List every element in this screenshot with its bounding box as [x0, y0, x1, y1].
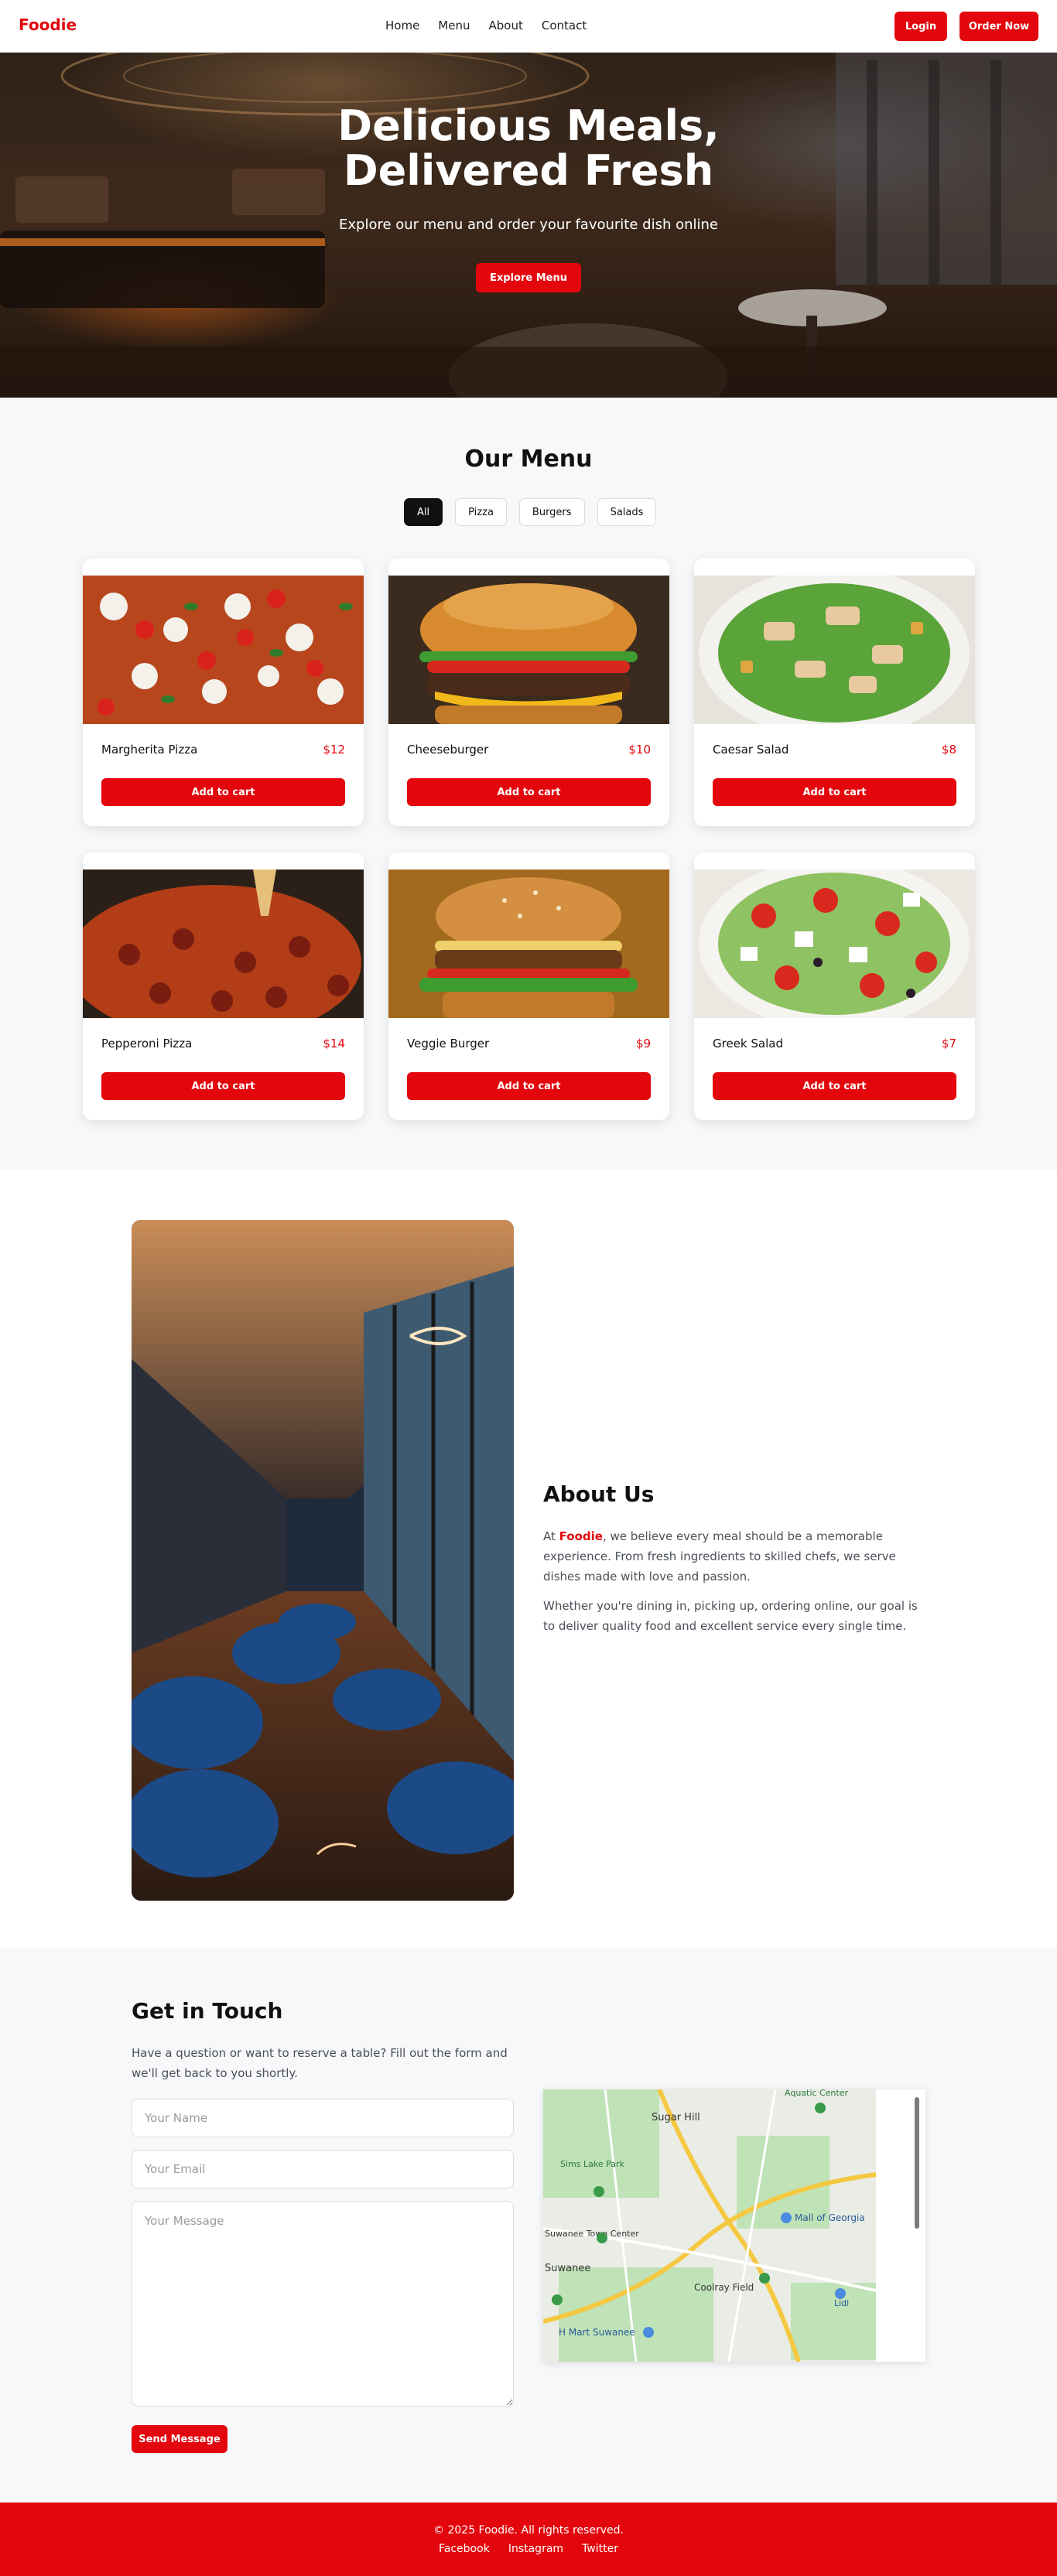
map-label: Coolray Field: [694, 2282, 754, 2293]
nav-link-about[interactable]: About: [488, 19, 522, 32]
hero-section: Delicious Meals, Delivered Fresh Explore…: [0, 53, 1057, 398]
park-pin-icon: [815, 2103, 826, 2113]
map-label: Aquatic Center: [785, 2089, 848, 2098]
park-pin-icon: [759, 2273, 770, 2284]
add-to-cart-button[interactable]: Add to cart: [101, 778, 345, 806]
contact-title: Get in Touch: [132, 1998, 283, 2024]
navbar: Foodie Home Menu About Contact Login Ord…: [0, 0, 1057, 53]
menu-card: Veggie Burger $9 Add to cart: [388, 852, 669, 1120]
nav-link-home[interactable]: Home: [385, 19, 419, 32]
footer: © 2025 Foodie. All rights reserved. Face…: [0, 2503, 1057, 2576]
add-to-cart-button[interactable]: Add to cart: [101, 1072, 345, 1100]
message-field[interactable]: [132, 2201, 514, 2407]
shopping-pin-icon: [835, 2288, 846, 2299]
shopping-pin-icon: [781, 2212, 792, 2223]
add-to-cart-button[interactable]: Add to cart: [713, 778, 956, 806]
hero-title: Delicious Meals, Delivered Fresh: [0, 104, 1057, 193]
email-field[interactable]: [132, 2150, 514, 2188]
order-now-button[interactable]: Order Now: [960, 12, 1038, 41]
filter-pizza[interactable]: Pizza: [455, 498, 507, 526]
map-label: H Mart Suwanee: [559, 2327, 635, 2338]
map-view[interactable]: Sugar Hill Sims Lake Park Suwanee Town C…: [543, 2089, 876, 2362]
map-label: Lidl: [834, 2298, 849, 2308]
map-label: Mall of Georgia: [795, 2212, 865, 2223]
menu-section: Our Menu All Pizza Burgers Salads Marghe…: [0, 398, 1057, 1170]
menu-card: Greek Salad $7 Add to cart: [694, 852, 975, 1120]
map-label: Sims Lake Park: [560, 2159, 624, 2169]
filter-burgers[interactable]: Burgers: [518, 498, 585, 526]
contact-description: Have a question or want to reserve a tab…: [132, 2046, 508, 2080]
hero-subtitle: Explore our menu and order your favourit…: [339, 217, 718, 233]
item-name: Margherita Pizza: [101, 743, 198, 757]
about-title: About Us: [543, 1481, 655, 1507]
hero-title-line2: Delivered Fresh: [343, 146, 714, 195]
filter-all[interactable]: All: [404, 498, 443, 526]
copyright-text: © 2025 Foodie. All rights reserved.: [433, 2524, 624, 2537]
park-pin-icon: [597, 2233, 607, 2243]
salad-photo: [694, 576, 975, 724]
nav-links: Home Menu About Contact: [385, 19, 587, 32]
item-price: $8: [941, 743, 956, 757]
item-price: $10: [628, 743, 651, 757]
item-price: $14: [323, 1037, 345, 1051]
add-to-cart-button[interactable]: Add to cart: [407, 1072, 651, 1100]
item-name: Greek Salad: [713, 1037, 783, 1051]
explore-menu-button[interactable]: Explore Menu: [476, 263, 581, 292]
instagram-link[interactable]: Instagram: [508, 2543, 563, 2555]
twitter-link[interactable]: Twitter: [582, 2543, 618, 2555]
item-name: Caesar Salad: [713, 743, 789, 757]
menu-card: Caesar Salad $8 Add to cart: [694, 559, 975, 826]
add-to-cart-button[interactable]: Add to cart: [713, 1072, 956, 1100]
contact-section: Get in Touch Have a question or want to …: [0, 1949, 1057, 2503]
menu-filters: All Pizza Burgers Salads: [404, 498, 657, 526]
menu-title: Our Menu: [464, 446, 593, 473]
menu-card: Pepperoni Pizza $14 Add to cart: [83, 852, 364, 1120]
about-p1-prefix: At: [543, 1529, 559, 1543]
send-message-button[interactable]: Send Message: [132, 2425, 227, 2453]
name-field[interactable]: [132, 2099, 514, 2137]
restaurant-dining-photo: [132, 1220, 514, 1901]
item-name: Veggie Burger: [407, 1037, 490, 1051]
about-section: About Us At Foodie, we believe every mea…: [0, 1170, 1057, 1949]
map-label: Sugar Hill: [652, 2112, 700, 2123]
burger-photo: [388, 576, 669, 724]
hero-title-line1: Delicious Meals,: [337, 101, 720, 150]
about-paragraph-2: Whether you're dining in, picking up, or…: [543, 1599, 918, 1633]
map-label: Suwanee: [545, 2263, 590, 2274]
facebook-link[interactable]: Facebook: [439, 2543, 490, 2555]
park-pin-icon: [593, 2186, 604, 2197]
map-embed[interactable]: Sugar Hill Sims Lake Park Suwanee Town C…: [543, 2089, 925, 2362]
nav-link-contact[interactable]: Contact: [542, 19, 587, 32]
filter-salads[interactable]: Salads: [597, 498, 657, 526]
pizza-photo: [83, 869, 364, 1018]
add-to-cart-button[interactable]: Add to cart: [407, 778, 651, 806]
shopping-pin-icon: [643, 2327, 654, 2338]
menu-card: Margherita Pizza $12 Add to cart: [83, 559, 364, 826]
park-pin-icon: [552, 2294, 563, 2305]
login-button[interactable]: Login: [895, 12, 947, 41]
item-price: $12: [323, 743, 345, 757]
salad-photo: [694, 869, 975, 1018]
social-links: Facebook Instagram Twitter: [0, 2543, 1057, 2555]
logo[interactable]: Foodie: [19, 15, 77, 34]
about-paragraph-1: At Foodie, we believe every meal should …: [543, 1526, 922, 1587]
item-name: Pepperoni Pizza: [101, 1037, 193, 1051]
map-label: Suwanee Town Center: [545, 2229, 639, 2239]
about-brand-name: Foodie: [559, 1529, 603, 1543]
menu-card: Cheeseburger $10 Add to cart: [388, 559, 669, 826]
map-scrollbar[interactable]: [915, 2097, 919, 2229]
pizza-photo: [83, 576, 364, 724]
item-price: $7: [941, 1037, 956, 1051]
item-name: Cheeseburger: [407, 743, 489, 757]
item-price: $9: [635, 1037, 651, 1051]
nav-link-menu[interactable]: Menu: [438, 19, 470, 32]
burger-photo: [388, 869, 669, 1018]
